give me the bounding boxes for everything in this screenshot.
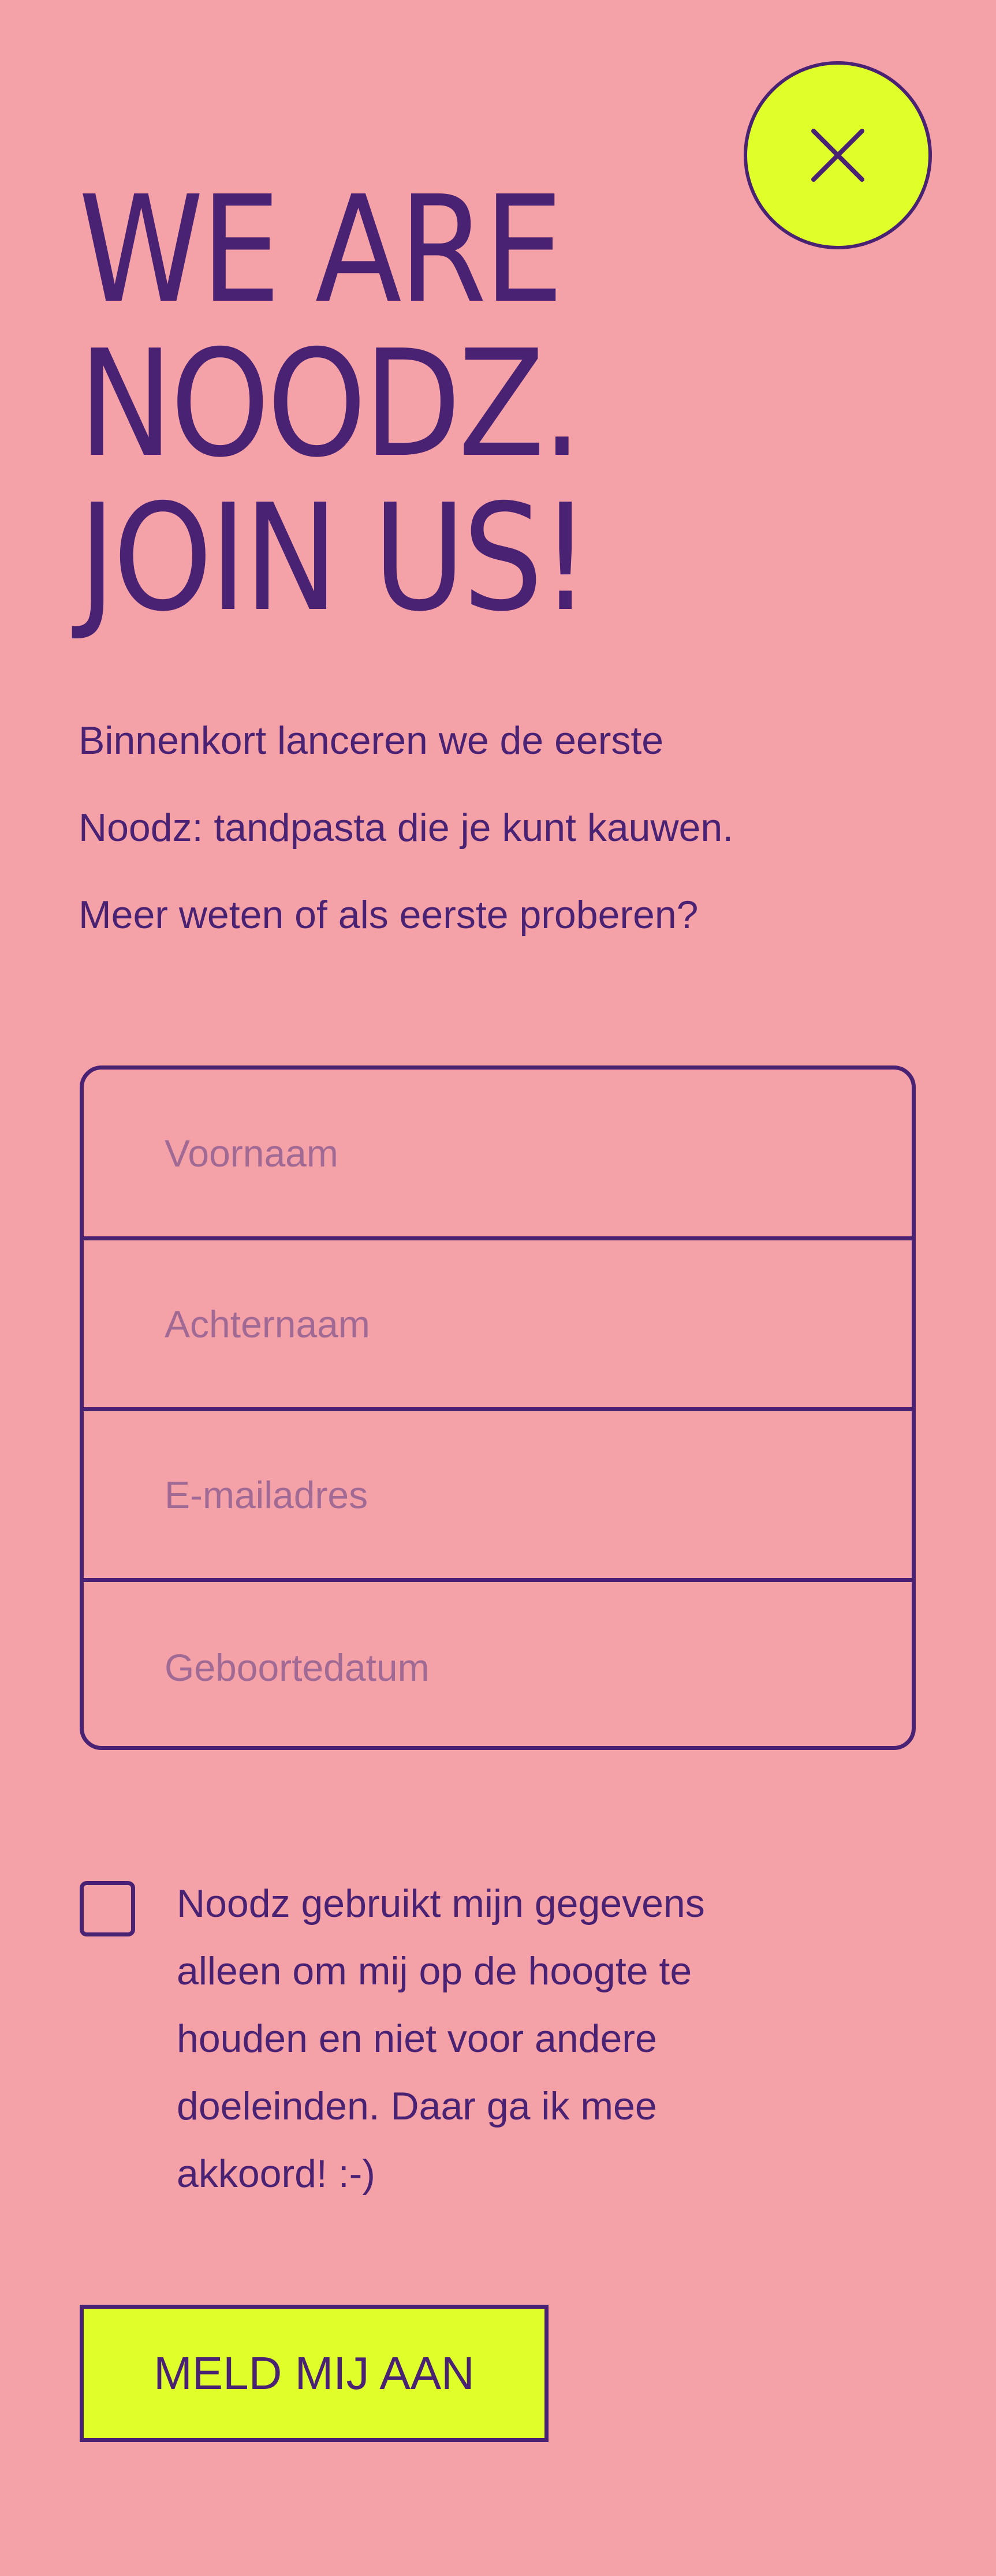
headline-line-3: JOIN US! (79, 473, 591, 644)
email-input[interactable] (84, 1411, 912, 1578)
first-name-field-row (84, 1070, 912, 1240)
close-button[interactable] (744, 61, 932, 249)
headline-line-2: NOODZ. (79, 319, 582, 490)
last-name-field-row (84, 1240, 912, 1411)
consent-line-2: alleen om mij op de hoogte te (177, 1949, 692, 1993)
consent-label: Noodz gebruikt mijn gegevens alleen om m… (177, 1870, 705, 2208)
birthdate-input[interactable] (84, 1582, 912, 1746)
email-field-row (84, 1411, 912, 1582)
last-name-input[interactable] (84, 1240, 912, 1407)
intro-line-1: Binnenkort lanceren we de eerste (79, 719, 664, 762)
consent-checkbox[interactable] (80, 1881, 135, 1936)
intro-line-2: Noodz: tandpasta die je kunt kauwen. (79, 806, 734, 850)
consent-line-3: houden en niet voor andere (177, 2017, 657, 2061)
birthdate-field-row (84, 1582, 912, 1746)
close-icon (811, 129, 864, 182)
submit-button[interactable]: MELD MIJ AAN (80, 2305, 549, 2442)
consent-line-1: Noodz gebruikt mijn gegevens (177, 1882, 705, 1926)
signup-form (80, 1065, 916, 1750)
intro-line-3: Meer weten of als eerste proberen? (79, 893, 699, 937)
headline-line-1: WE ARE (79, 164, 564, 336)
first-name-input[interactable] (84, 1070, 912, 1236)
consent-line-5: akkoord! :-) (177, 2152, 375, 2196)
consent-line-4: doeleinden. Daar ga ik mee (177, 2084, 657, 2128)
page-headline: WE ARE NOODZ. JOIN US! (79, 164, 591, 644)
intro-text: Binnenkort lanceren we de eerste Noodz: … (79, 697, 933, 959)
